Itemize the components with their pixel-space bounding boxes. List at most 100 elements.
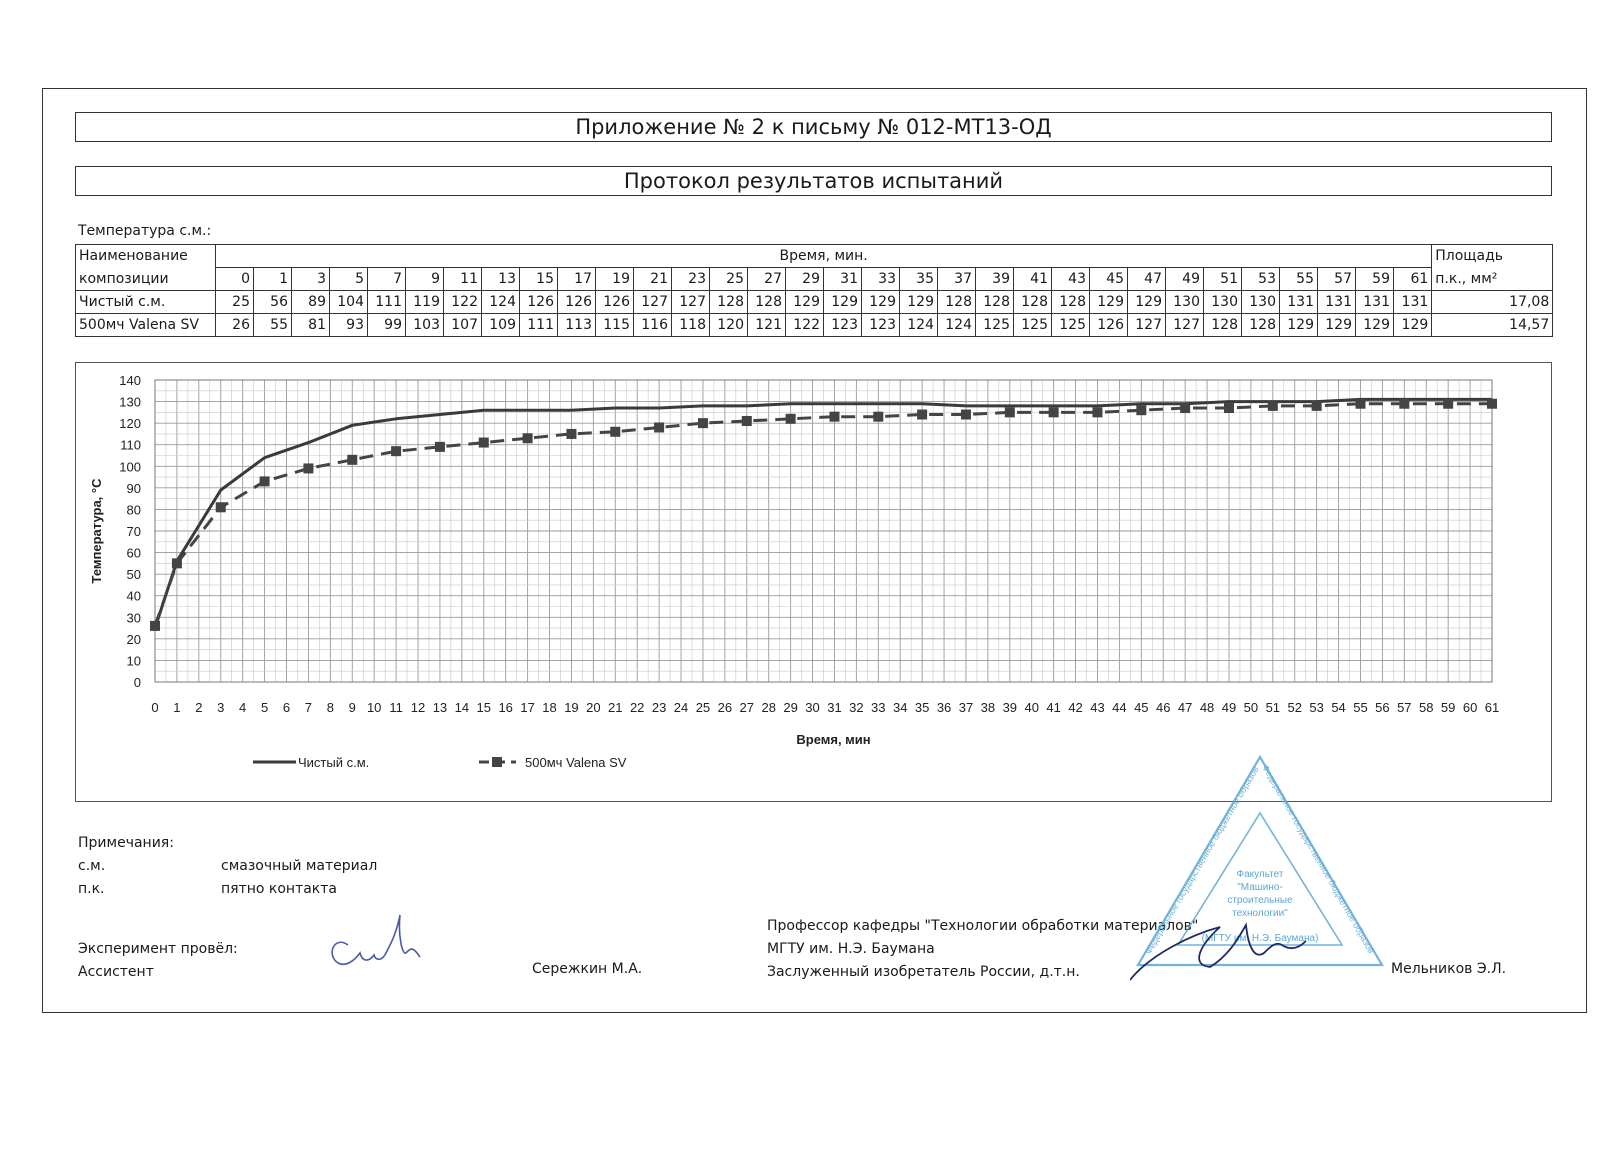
temperature-cell: 104	[329, 290, 368, 314]
x-tick-label: 21	[608, 700, 622, 715]
time-column-header: 33	[861, 267, 900, 291]
chart-area: 0 10 20 30 40 50 60 70 80 90 100 110 120 130 140 0 1 2 3 4 5…	[75, 362, 1552, 802]
x-tick-label: 32	[849, 700, 863, 715]
data-point-marker	[434, 441, 445, 452]
x-tick-label: 51	[1266, 700, 1280, 715]
temperature-cell: 25	[215, 290, 254, 314]
time-column-header: 53	[1241, 267, 1280, 291]
x-tick-label: 11	[389, 700, 403, 715]
data-point-marker	[741, 415, 752, 426]
y-axis-label: Температура, °С	[89, 478, 104, 584]
time-column-header: 11	[443, 267, 482, 291]
temperature-cell: 130	[1203, 290, 1242, 314]
temperature-cell: 128	[709, 290, 748, 314]
temperature-cell: 124	[899, 313, 938, 337]
data-point-marker	[654, 422, 665, 433]
x-tick-label: 17	[520, 700, 534, 715]
temperature-cell: 127	[1127, 313, 1166, 337]
data-point-marker	[785, 413, 796, 424]
time-column-header: 61	[1392, 267, 1433, 291]
data-point-marker	[522, 433, 533, 444]
x-tick-label: 10	[367, 700, 381, 715]
x-tick-label: 2	[195, 700, 202, 715]
temperature-cell: 127	[1165, 313, 1204, 337]
temperature-cell: 124	[937, 313, 976, 337]
data-point-marker	[960, 409, 971, 420]
name-header-line1: Наименование	[75, 244, 216, 268]
temperature-cell: 107	[443, 313, 482, 337]
experimenter-label: Эксперимент провёл:	[78, 941, 238, 957]
x-tick-label: 5	[261, 700, 268, 715]
x-tick-label: 26	[718, 700, 732, 715]
table-row: Чистый с.м. 25 56 89 104 111 119 122 124 126 126 12…	[75, 290, 1554, 314]
temperature-cell: 129	[861, 290, 900, 314]
data-point-marker	[829, 411, 840, 422]
legend-label-1: Чистый с.м.	[298, 755, 369, 770]
y-tick-label: 120	[119, 416, 141, 431]
row-name: 500мч Valena SV	[75, 313, 216, 337]
x-tick-label: 45	[1134, 700, 1148, 715]
temperature-cell: 118	[671, 313, 710, 337]
time-column-header: 7	[367, 267, 406, 291]
y-tick-label: 40	[127, 589, 141, 604]
time-column-header: 57	[1317, 267, 1356, 291]
x-tick-label: 24	[674, 700, 688, 715]
x-tick-label: 16	[498, 700, 512, 715]
temperature-cell: 125	[1013, 313, 1052, 337]
temperature-cell: 109	[481, 313, 520, 337]
x-tick-label: 9	[349, 700, 356, 715]
experimenter-block: Эксперимент провёл: Ассистент	[78, 938, 238, 984]
x-tick-label: 36	[937, 700, 951, 715]
x-tick-label: 46	[1156, 700, 1170, 715]
time-header: Время, мин.	[214, 244, 1433, 268]
x-tick-label: 38	[981, 700, 995, 715]
x-tick-label: 27	[740, 700, 754, 715]
x-tick-label: 43	[1090, 700, 1104, 715]
x-tick-label: 31	[827, 700, 841, 715]
x-tick-label: 39	[1003, 700, 1017, 715]
y-tick-label: 10	[127, 653, 141, 668]
data-point-marker	[917, 409, 928, 420]
experimenter-signature	[331, 914, 421, 966]
time-column-header: 43	[1051, 267, 1090, 291]
x-tick-label: 28	[761, 700, 775, 715]
y-tick-label: 50	[127, 567, 141, 582]
notes: Примечания: с.м. смазочный материал п.к.…	[78, 832, 377, 901]
x-tick-label: 1	[173, 700, 180, 715]
time-column-header: 1	[253, 267, 292, 291]
temperature-cell: 125	[1051, 313, 1090, 337]
table-header-row: Наименование Время, мин. Площадь	[75, 244, 1554, 268]
temperature-cell: 131	[1355, 290, 1394, 314]
temperature-cell: 131	[1392, 290, 1433, 314]
time-column-header: 17	[557, 267, 596, 291]
notes-title: Примечания:	[78, 835, 174, 851]
y-tick-label: 60	[127, 546, 141, 561]
data-point-marker	[1180, 403, 1191, 414]
y-tick-label: 90	[127, 481, 141, 496]
temperature-cell: 115	[595, 313, 634, 337]
x-tick-label: 40	[1024, 700, 1038, 715]
x-tick-label: 13	[433, 700, 447, 715]
temperature-cell: 111	[367, 290, 406, 314]
university-stamp: Федеральное государственное бюджетное об…	[1130, 755, 1384, 981]
x-tick-label: 6	[283, 700, 290, 715]
time-column-header: 49	[1165, 267, 1204, 291]
time-column-header: 0	[215, 267, 254, 291]
y-tick-label: 140	[119, 373, 141, 388]
note-meaning: пятно контакта	[221, 881, 337, 897]
temperature-chart: 01020304050607080901001101201301400 1 2 3 4 5…	[89, 373, 1499, 770]
data-point-marker	[215, 502, 226, 513]
time-column-header: 13	[481, 267, 520, 291]
data-point-marker	[873, 411, 884, 422]
temperature-cell: 129	[899, 290, 938, 314]
temperature-cell: 121	[747, 313, 786, 337]
temperature-cell: 129	[1355, 313, 1394, 337]
data-point-marker	[1092, 407, 1103, 418]
temperature-cell: 93	[329, 313, 368, 337]
document-subtitle: Протокол результатов испытаний	[75, 166, 1552, 196]
temperature-cell: 120	[709, 313, 748, 337]
table-row: 500мч Valena SV 26 55 81 93 99 103 107 109 111 113…	[75, 313, 1554, 337]
temperature-cell: 122	[443, 290, 482, 314]
x-tick-label: 50	[1244, 700, 1258, 715]
temperature-cell: 124	[481, 290, 520, 314]
